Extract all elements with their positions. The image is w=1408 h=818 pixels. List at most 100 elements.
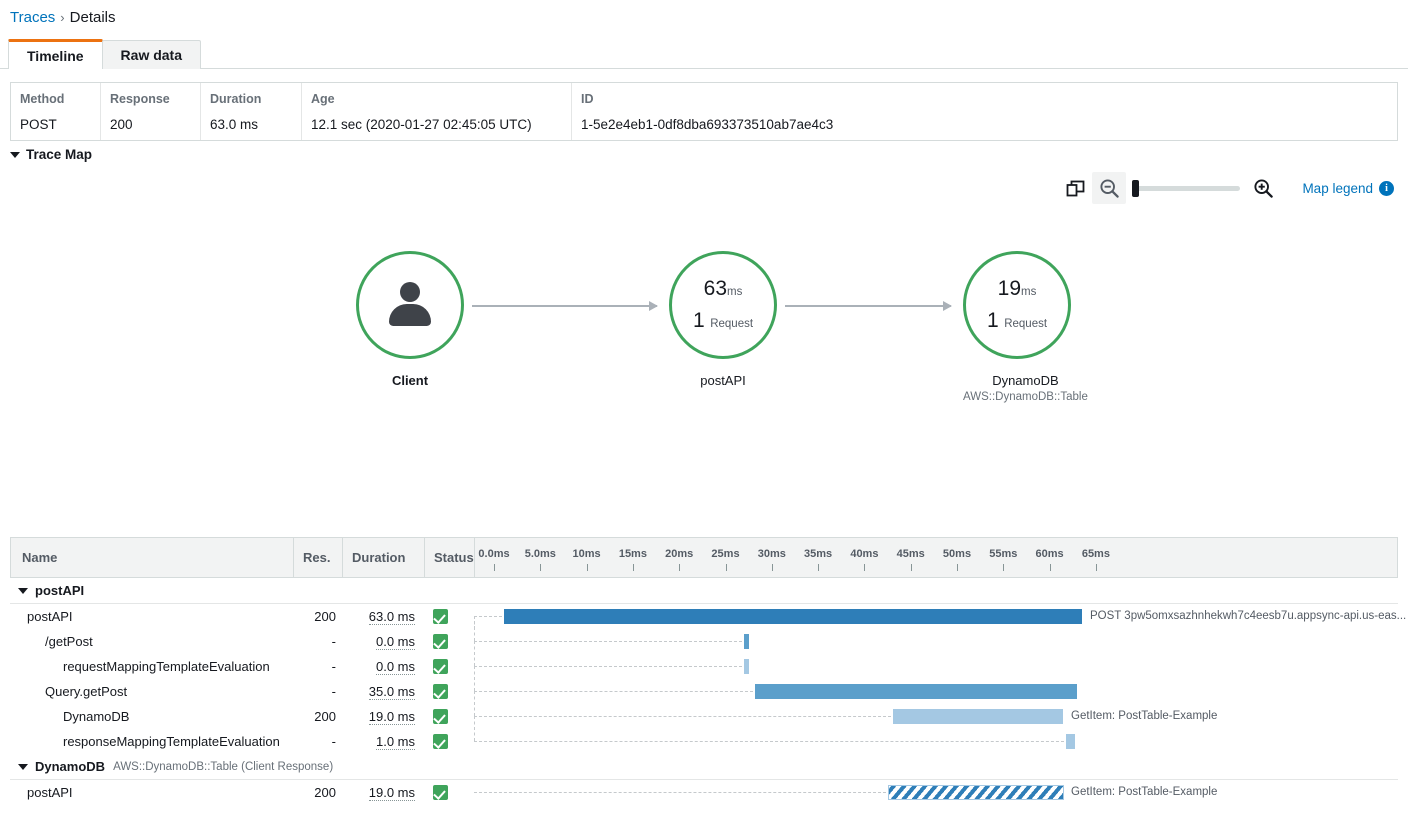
summary-header-id: ID xyxy=(581,91,1388,107)
timeline-segment-label: GetItem: PostTable-Example xyxy=(1071,709,1217,724)
axis-tick-label: 25ms xyxy=(711,548,739,560)
timeline-row-duration: 63.0 ms xyxy=(342,609,424,624)
tab-bar: Timeline Raw data xyxy=(8,40,200,69)
status-ok-icon xyxy=(433,734,448,749)
timeline-row-response: - xyxy=(293,659,342,674)
timeline-row[interactable]: Query.getPost-35.0 ms xyxy=(10,679,1398,704)
info-icon[interactable]: i xyxy=(1379,181,1394,196)
summary-value-id: 1-5e2e4eb1-0df8dba693373510ab7ae4c3 xyxy=(581,117,1388,133)
summary-cell-id: ID 1-5e2e4eb1-0df8dba693373510ab7ae4c3 xyxy=(572,83,1397,140)
timeline-row[interactable]: requestMappingTemplateEvaluation-0.0 ms xyxy=(10,654,1398,679)
map-node-dynamodb[interactable]: 19ms 1 Request DynamoDB AWS::DynamoDB::T… xyxy=(963,251,1088,403)
axis-tick-mark xyxy=(772,564,773,571)
breadcrumb-traces-link[interactable]: Traces xyxy=(10,9,55,26)
status-ok-icon xyxy=(433,709,448,724)
timeline-row-status xyxy=(424,684,474,699)
zoom-slider[interactable] xyxy=(1132,172,1240,204)
map-node-dynamodb-circle[interactable]: 19ms 1 Request xyxy=(963,251,1071,359)
axis-tick-mark xyxy=(911,564,912,571)
summary-value-duration: 63.0 ms xyxy=(210,117,292,133)
summary-cell-response: Response 200 xyxy=(101,83,201,140)
timeline-group-header[interactable]: postAPI xyxy=(10,578,1398,604)
timeline-connector-vertical xyxy=(474,616,475,641)
timeline-row-name: responseMappingTemplateEvaluation xyxy=(10,734,293,749)
tab-timeline[interactable]: Timeline xyxy=(8,39,103,69)
axis-tick-label: 5.0ms xyxy=(525,548,556,560)
timeline-row-name: Query.getPost xyxy=(10,684,293,699)
timeline-row-duration: 19.0 ms xyxy=(342,785,424,800)
timeline-row-response: - xyxy=(293,734,342,749)
column-header-duration[interactable]: Duration xyxy=(343,538,425,577)
timeline-row[interactable]: postAPI20019.0 msGetItem: PostTable-Exam… xyxy=(10,780,1398,805)
axis-tick-label: 55ms xyxy=(989,548,1017,560)
timeline-row-duration: 1.0 ms xyxy=(342,734,424,749)
timeline-group-header[interactable]: DynamoDBAWS::DynamoDB::Table (Client Res… xyxy=(10,754,1398,780)
timeline-connector-line xyxy=(474,792,886,793)
timeline-connector-line xyxy=(474,691,753,692)
column-header-status[interactable]: Status xyxy=(425,538,475,577)
trace-map-title: Trace Map xyxy=(26,147,92,162)
zoom-in-icon[interactable] xyxy=(1246,172,1280,204)
timeline-segment-bar[interactable] xyxy=(888,785,1064,800)
tab-raw-data[interactable]: Raw data xyxy=(102,40,201,69)
status-ok-icon xyxy=(433,684,448,699)
timeline-row[interactable]: /getPost-0.0 ms xyxy=(10,629,1398,654)
timeline-table-body: postAPIpostAPI20063.0 msPOST 3pw5omxsazh… xyxy=(10,578,1398,805)
axis-tick-mark xyxy=(726,564,727,571)
summary-header-method: Method xyxy=(20,91,91,107)
column-header-name[interactable]: Name xyxy=(11,538,294,577)
timeline-segment-bar[interactable] xyxy=(744,634,749,649)
caret-down-icon xyxy=(18,764,28,770)
timeline-row-status xyxy=(424,634,474,649)
timeline-segment-bar[interactable] xyxy=(893,709,1063,724)
timeline-row-bar-cell xyxy=(474,629,1398,654)
map-node-postapi[interactable]: 63ms 1 Request postAPI xyxy=(669,251,777,388)
axis-tick-label: 45ms xyxy=(897,548,925,560)
map-node-client-label: Client xyxy=(356,373,464,388)
map-edge-client-postapi xyxy=(472,305,657,307)
axis-tick-label: 30ms xyxy=(758,548,786,560)
map-node-postapi-circle[interactable]: 63ms 1 Request xyxy=(669,251,777,359)
trace-map-section-toggle[interactable]: Trace Map xyxy=(10,147,92,162)
map-node-dynamodb-requests: 1 Request xyxy=(987,309,1047,333)
axis-tick-mark xyxy=(957,564,958,571)
timeline-row-name: /getPost xyxy=(10,634,293,649)
timeline-segment-label: GetItem: PostTable-Example xyxy=(1071,785,1217,800)
timeline-group-name: postAPI xyxy=(35,583,84,598)
map-node-postapi-latency: 63ms xyxy=(704,277,743,301)
map-legend-link[interactable]: Map legend i xyxy=(1302,181,1394,196)
timeline-row-response: 200 xyxy=(293,709,342,724)
timeline-connector-vertical xyxy=(474,691,475,716)
timeline-row-status xyxy=(424,659,474,674)
trace-map-toolbar: Map legend i xyxy=(1058,172,1394,204)
timeline-row-name: DynamoDB xyxy=(10,709,293,724)
timeline-row-response: 200 xyxy=(293,609,342,624)
axis-tick-mark xyxy=(494,564,495,571)
timeline-row[interactable]: DynamoDB20019.0 ms GetItem: PostTable-Exa… xyxy=(10,704,1398,729)
timeline-row-name: postAPI xyxy=(10,785,293,800)
timeline-row-bar-cell: POST 3pw5omxsazhnhekwh7c4eesb7u.appsync-… xyxy=(474,604,1398,629)
timeline-segment-bar[interactable] xyxy=(744,659,749,674)
timeline-row-duration: 19.0 ms xyxy=(342,709,424,724)
timeline-row[interactable]: responseMappingTemplateEvaluation-1.0 ms xyxy=(10,729,1398,754)
map-node-client-circle[interactable] xyxy=(356,251,464,359)
map-node-client[interactable]: Client xyxy=(356,251,464,388)
axis-tick-mark xyxy=(818,564,819,571)
timeline-row-duration: 0.0 ms xyxy=(342,634,424,649)
axis-tick-label: 60ms xyxy=(1036,548,1064,560)
timeline-row[interactable]: postAPI20063.0 msPOST 3pw5omxsazhnhekwh7… xyxy=(10,604,1398,629)
axis-tick-mark xyxy=(679,564,680,571)
column-header-response[interactable]: Res. xyxy=(294,538,343,577)
summary-header-response: Response xyxy=(110,91,191,107)
axis-tick-mark xyxy=(1003,564,1004,571)
map-legend-label: Map legend xyxy=(1302,181,1373,196)
breadcrumb-separator: › xyxy=(60,10,64,25)
timeline-segment-bar[interactable] xyxy=(1066,734,1075,749)
zoom-slider-thumb[interactable] xyxy=(1132,180,1139,197)
axis-tick-label: 20ms xyxy=(665,548,693,560)
timeline-segment-bar[interactable] xyxy=(504,609,1082,624)
axis-tick-label: 0.0ms xyxy=(478,548,509,560)
layers-icon[interactable] xyxy=(1058,172,1092,204)
zoom-out-icon[interactable] xyxy=(1092,172,1126,204)
timeline-segment-bar[interactable] xyxy=(755,684,1077,699)
